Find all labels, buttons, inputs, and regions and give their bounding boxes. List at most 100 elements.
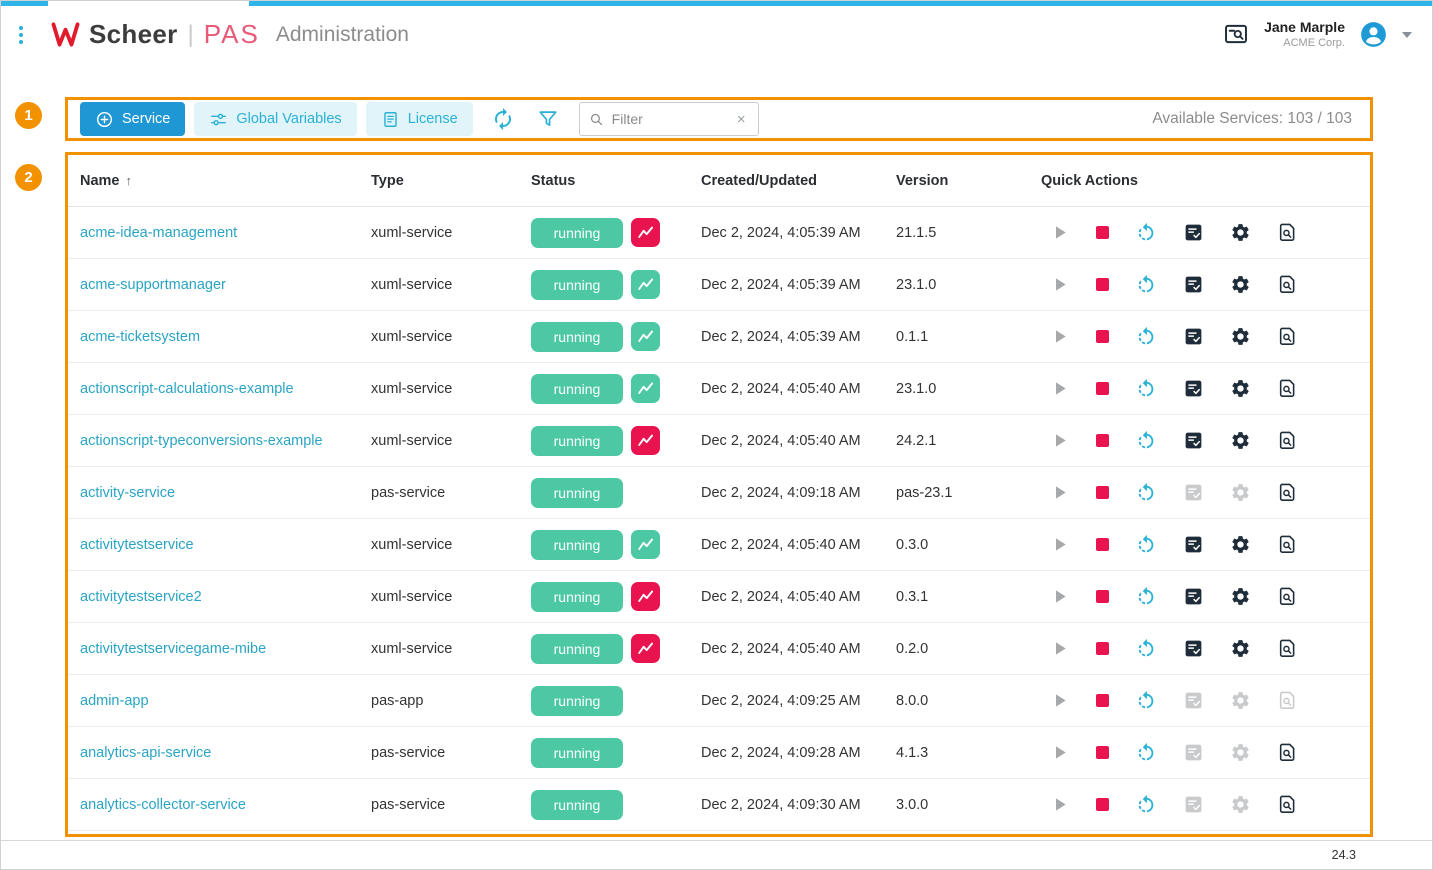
user-info[interactable]: Jane Marple ACME Corp.: [1264, 18, 1345, 50]
settings-button[interactable]: [1230, 326, 1251, 347]
log-level-button[interactable]: [1183, 222, 1204, 243]
stop-button[interactable]: [1096, 590, 1109, 603]
start-button[interactable]: [1049, 222, 1070, 243]
restart-button[interactable]: [1135, 378, 1157, 400]
service-name-link[interactable]: actionscript-typeconversions-example: [80, 433, 323, 449]
start-button[interactable]: [1049, 430, 1070, 451]
restart-button[interactable]: [1135, 222, 1157, 244]
service-name-link[interactable]: activitytestservice2: [80, 589, 202, 605]
log-level-button[interactable]: [1183, 274, 1204, 295]
restart-button[interactable]: [1135, 742, 1157, 764]
log-analyzer-button[interactable]: [1277, 534, 1298, 555]
start-button[interactable]: [1049, 638, 1070, 659]
start-button[interactable]: [1049, 534, 1070, 555]
service-name-link[interactable]: analytics-collector-service: [80, 797, 246, 813]
settings-button[interactable]: [1230, 482, 1251, 503]
stop-button[interactable]: [1096, 798, 1109, 811]
global-variables-button[interactable]: Global Variables: [194, 102, 356, 136]
monitoring-chart-icon[interactable]: [631, 374, 660, 403]
column-header-version[interactable]: Version: [896, 173, 1041, 189]
monitoring-chart-icon[interactable]: [631, 530, 660, 559]
settings-button[interactable]: [1230, 534, 1251, 555]
settings-button[interactable]: [1230, 430, 1251, 451]
sort-ascending-icon[interactable]: ↑: [126, 173, 133, 188]
service-name-link[interactable]: acme-idea-management: [80, 225, 237, 241]
log-level-button[interactable]: [1183, 378, 1204, 399]
settings-button[interactable]: [1230, 274, 1251, 295]
log-analyzer-icon[interactable]: [1223, 21, 1249, 47]
restart-button[interactable]: [1135, 690, 1157, 712]
stop-button[interactable]: [1096, 382, 1109, 395]
service-name-link[interactable]: activity-service: [80, 485, 175, 501]
monitoring-chart-icon[interactable]: [631, 270, 660, 299]
refresh-icon[interactable]: [488, 104, 518, 134]
stop-button[interactable]: [1096, 434, 1109, 447]
restart-button[interactable]: [1135, 794, 1157, 816]
settings-button[interactable]: [1230, 586, 1251, 607]
settings-button[interactable]: [1230, 742, 1251, 763]
avatar[interactable]: [1360, 21, 1387, 48]
restart-button[interactable]: [1135, 638, 1157, 660]
service-name-link[interactable]: acme-ticketsystem: [80, 329, 200, 345]
log-level-button[interactable]: [1183, 742, 1204, 763]
stop-button[interactable]: [1096, 486, 1109, 499]
restart-button[interactable]: [1135, 430, 1157, 452]
log-level-button[interactable]: [1183, 638, 1204, 659]
monitoring-chart-icon[interactable]: [631, 426, 660, 455]
filter-funnel-icon[interactable]: [533, 104, 563, 134]
log-level-button[interactable]: [1183, 326, 1204, 347]
restart-button[interactable]: [1135, 274, 1157, 296]
stop-button[interactable]: [1096, 746, 1109, 759]
start-button[interactable]: [1049, 378, 1070, 399]
log-analyzer-button[interactable]: [1277, 274, 1298, 295]
restart-button[interactable]: [1135, 326, 1157, 348]
log-analyzer-button[interactable]: [1277, 742, 1298, 763]
log-analyzer-button[interactable]: [1277, 690, 1298, 711]
start-button[interactable]: [1049, 274, 1070, 295]
log-level-button[interactable]: [1183, 794, 1204, 815]
stop-button[interactable]: [1096, 538, 1109, 551]
log-analyzer-button[interactable]: [1277, 222, 1298, 243]
start-button[interactable]: [1049, 794, 1070, 815]
restart-button[interactable]: [1135, 534, 1157, 556]
log-level-button[interactable]: [1183, 534, 1204, 555]
service-name-link[interactable]: activitytestservicegame-mibe: [80, 641, 266, 657]
clear-filter-icon[interactable]: ×: [733, 109, 750, 130]
start-button[interactable]: [1049, 326, 1070, 347]
start-button[interactable]: [1049, 690, 1070, 711]
filter-input[interactable]: [612, 111, 733, 127]
stop-button[interactable]: [1096, 694, 1109, 707]
settings-button[interactable]: [1230, 794, 1251, 815]
settings-button[interactable]: [1230, 690, 1251, 711]
settings-button[interactable]: [1230, 638, 1251, 659]
column-header-created-updated[interactable]: Created/Updated: [701, 173, 896, 189]
log-level-button[interactable]: [1183, 430, 1204, 451]
log-level-button[interactable]: [1183, 586, 1204, 607]
log-level-button[interactable]: [1183, 690, 1204, 711]
service-name-link[interactable]: actionscript-calculations-example: [80, 381, 294, 397]
restart-button[interactable]: [1135, 482, 1157, 504]
start-button[interactable]: [1049, 742, 1070, 763]
stop-button[interactable]: [1096, 226, 1109, 239]
settings-button[interactable]: [1230, 222, 1251, 243]
monitoring-chart-icon[interactable]: [631, 322, 660, 351]
log-analyzer-button[interactable]: [1277, 638, 1298, 659]
log-analyzer-button[interactable]: [1277, 326, 1298, 347]
stop-button[interactable]: [1096, 278, 1109, 291]
column-header-type[interactable]: Type: [371, 173, 531, 189]
log-analyzer-button[interactable]: [1277, 482, 1298, 503]
log-analyzer-button[interactable]: [1277, 586, 1298, 607]
service-name-link[interactable]: acme-supportmanager: [80, 277, 226, 293]
column-header-name[interactable]: Name ↑: [80, 173, 371, 189]
service-name-link[interactable]: analytics-api-service: [80, 745, 211, 761]
log-level-button[interactable]: [1183, 482, 1204, 503]
stop-button[interactable]: [1096, 330, 1109, 343]
start-button[interactable]: [1049, 586, 1070, 607]
add-service-button[interactable]: Service: [80, 102, 185, 136]
monitoring-chart-icon[interactable]: [631, 634, 660, 663]
log-analyzer-button[interactable]: [1277, 794, 1298, 815]
settings-button[interactable]: [1230, 378, 1251, 399]
stop-button[interactable]: [1096, 642, 1109, 655]
kebab-menu-icon[interactable]: [13, 20, 29, 50]
monitoring-chart-icon[interactable]: [631, 218, 660, 247]
